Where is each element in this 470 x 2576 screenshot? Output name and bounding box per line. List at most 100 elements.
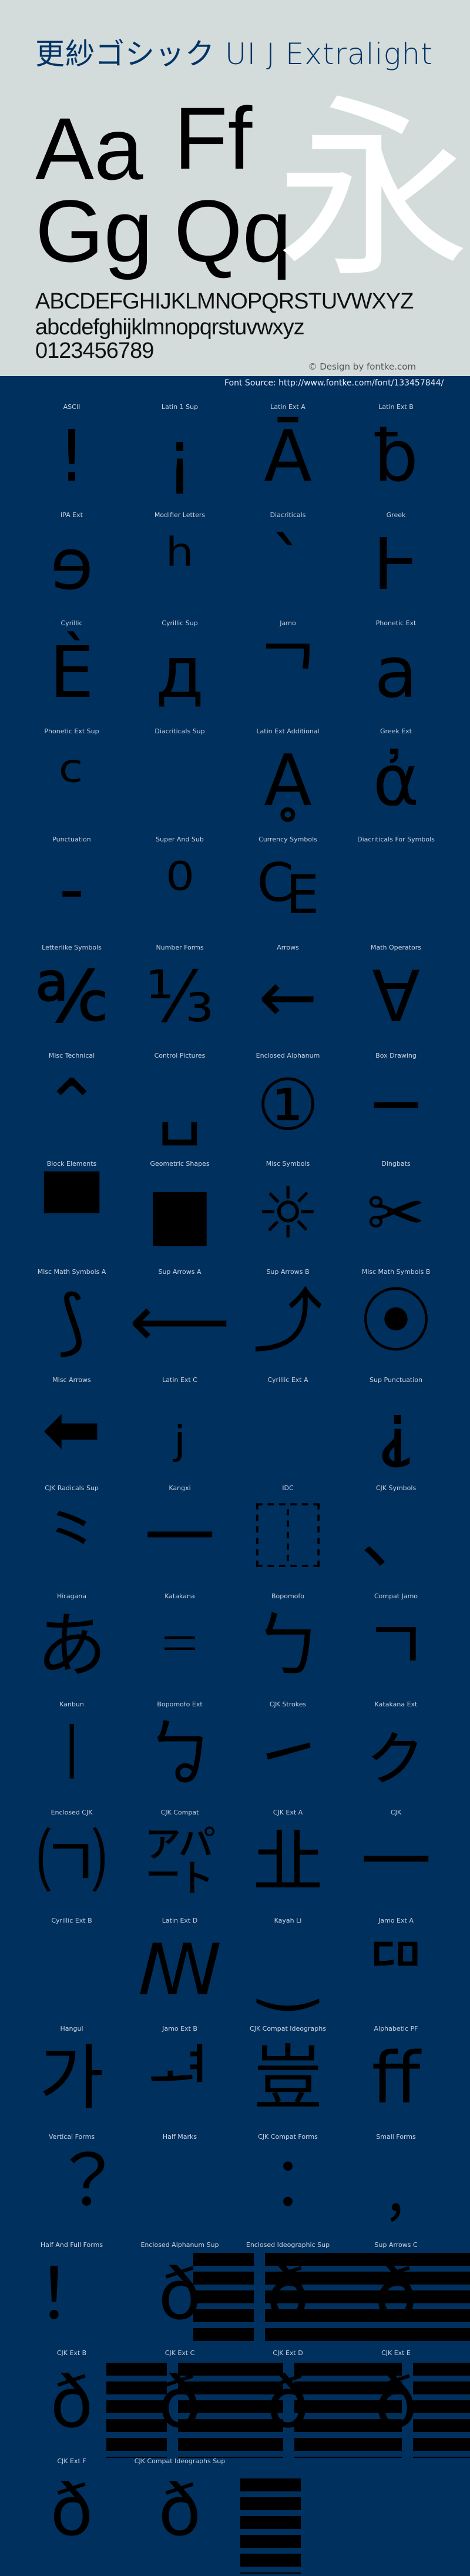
sample-gg: Gg [35,182,153,280]
block-glyph: ɘ [50,524,93,606]
block-cell: Latin Ext C ⱼ [126,1376,234,1484]
block-label: Jamo Ext B [162,2025,197,2032]
block-label: CJK Compat Ideographs [250,2025,326,2032]
block-cell: Super And Sub ⁰ [126,836,234,944]
design-credit: © Design by fontke.com [308,361,416,372]
block-cell: Diacriticals ˋ [234,511,342,619]
block-cell: CJK Compat Ideographs Sup ð [126,2457,234,2565]
block-glyph: ð [50,2470,93,2552]
block-label: CJK Radicals Sup [45,1484,99,1492]
block-label: Latin Ext C [162,1376,197,1384]
block-glyph: ힰ [147,2038,213,2119]
block-glyph: ‐ [59,848,85,930]
block-cell: CJK Symbols 、 [342,1484,450,1592]
block-label: Jamo Ext A [378,1917,414,1924]
block-glyph: 가 [39,2038,105,2119]
block-glyph: 豈 [253,2038,323,2119]
block-glyph: ─ [374,1065,418,1146]
block-cell: Small Forms ﹐ [342,2133,450,2241]
block-cell: Phonetic Ext a [342,619,450,727]
block-glyph: ∀ [371,957,421,1038]
block-label: Enclosed Ideographic Sup [246,2241,330,2249]
block-label: Sup Arrows C [374,2241,418,2249]
block-glyph: ₠ [257,848,319,930]
block-label: Katakana [164,1592,195,1600]
block-glyph: ■ [146,1173,213,1255]
block-label: Math Operators [371,944,421,951]
block-glyph: ᶜ [58,740,85,822]
block-glyph: あ [36,1605,107,1687]
block-label: Bopomofo [271,1592,305,1600]
block-label: Bopomofo Ext [157,1700,203,1708]
block-label: CJK Ext E [381,2349,411,2357]
block-cell: Diacriticals Sup [126,727,234,836]
block-glyph: ⱼ [173,1389,186,1471]
block-glyph: a [374,632,418,714]
block-cell: Box Drawing ─ [342,1052,450,1160]
block-label: Dingbats [381,1160,411,1168]
fallback-glyph-bars [240,2478,301,2574]
block-cell: Sup Arrows A ⟵ [126,1268,234,1376]
block-cell: Latin Ext Additional Ḁ [234,727,342,836]
block-label: Kayah Li [274,1917,302,1924]
block-glyph: ἀ [372,740,419,822]
block-label: Vertical Forms [48,2133,95,2141]
block-glyph: ㄅ [253,1605,323,1687]
block-glyph: ⟆ [58,1281,86,1363]
block-label: CJK Ext B [56,2349,87,2357]
block-cell: Enclosed CJK ㈀ [18,1809,126,1917]
block-glyph: д [155,632,204,714]
fallback-glyph-bars [178,2363,283,2458]
block-glyph: ㇀ [253,1713,323,1795]
block-cell: Block Elements ▀ [18,1160,126,1268]
block-label: CJK Ext C [164,2349,195,2357]
specimen-header: 更紗ゴシック UI J Extralight Aa Ff Gg Qq 永 ABC… [0,0,470,376]
block-label: Diacriticals For Symbols [357,836,435,843]
block-glyph: ʰ [165,524,194,606]
block-label: Katakana Ext [374,1700,418,1708]
block-cell: Half Marks [126,2133,234,2241]
block-cell: Enclosed Alphanum ① [234,1052,342,1160]
block-label: Hangul [60,2025,83,2032]
block-cell: Hiragana あ [18,1592,126,1700]
sample-aa: Aa [35,99,143,198]
block-glyph: ㇰ [361,1713,431,1795]
block-cell: Kayah Li ‿ [234,1917,342,2025]
block-cell: CJK Compat Ideographs 豈 [234,2025,342,2133]
block-glyph: ⸘ [377,1389,415,1471]
block-glyph: ﬀ [371,2038,421,2119]
block-cell: CJK 一 [342,1809,450,1917]
block-label: Sup Arrows B [266,1268,310,1276]
block-glyph: 㐀 [253,1822,323,1903]
block-glyph: ▀ [44,1173,99,1255]
block-glyph: ƀ [373,416,419,498]
block-label: CJK Ext F [57,2457,86,2465]
block-glyph: ꟿ [137,1930,222,2011]
block-cell: Control Pictures ␣ [126,1052,234,1160]
block-label: Sup Arrows A [158,1268,202,1276]
block-label: Latin Ext D [162,1917,198,1924]
block-label: Super And Sub [156,836,204,843]
block-glyph: ꥠ [363,1930,429,2011]
block-label: IDC [282,1484,294,1492]
block-cell: Jamo Ext B ힰ [126,2025,234,2133]
block-label: Diacriticals [270,511,306,519]
font-source-link[interactable]: Font Source: http://www.fontke.com/font/… [224,378,444,388]
block-cell: Cyrillic Sup д [126,619,234,727]
block-label: Half And Full Forms [40,2241,103,2249]
block-cell: Misc Symbols ☼ [234,1160,342,1268]
block-glyph: ㌀ [145,1822,215,1903]
block-glyph: ⟵ [129,1281,231,1363]
block-label: Number Forms [156,944,204,951]
uppercase-sample: ABCDEFGHIJKLMNOPQRSTUVWXYZ [35,289,414,314]
block-cell: Latin Ext D ꟿ [126,1917,234,2025]
block-cell: Vertical Forms ︖ [18,2133,126,2241]
block-cell: Kanbun ㆐ [18,1700,126,1809]
block-label: Kanbun [59,1700,84,1708]
block-glyph: ‿ [259,1930,317,2011]
block-glyph: ! [57,416,86,498]
block-cell: Compat Jamo ㄱ [342,1592,450,1700]
block-glyph: ✂ [366,1173,426,1255]
block-cell: Letterlike Symbols ℀ [18,944,126,1052]
block-cell: Latin Ext A Ā [234,403,342,511]
